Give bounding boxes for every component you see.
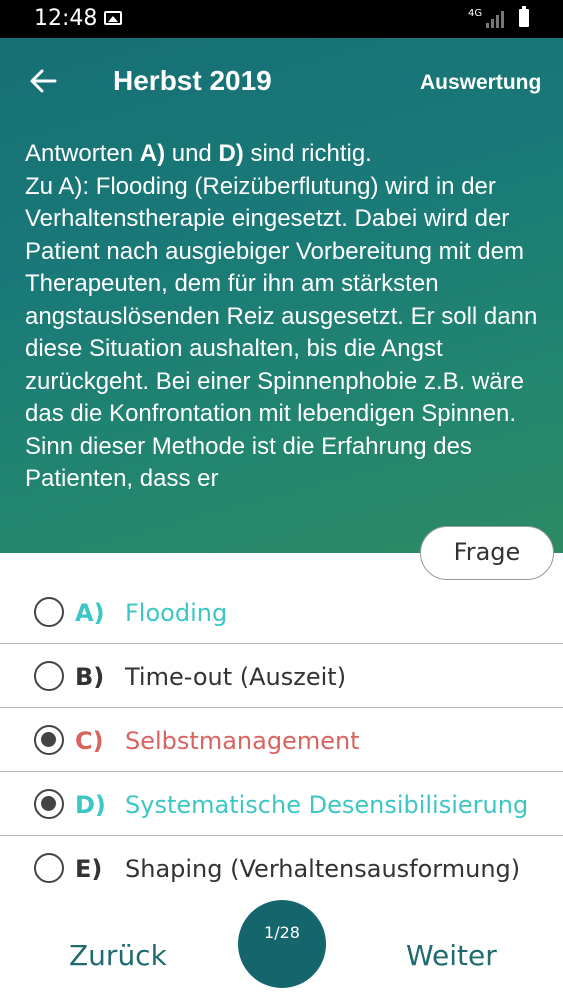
option-letter: E): [75, 855, 103, 883]
radio-unchecked-icon[interactable]: [34, 661, 64, 691]
back-button[interactable]: Zurück: [69, 939, 167, 972]
radio-unchecked-icon[interactable]: [34, 597, 64, 627]
explanation-text: Antworten A) und D) sind richtig. Zu A):…: [25, 138, 545, 516]
answer-option[interactable]: A) Flooding: [0, 580, 563, 644]
status-time: 12:48: [34, 6, 98, 31]
explanation-panel: Herbst 2019 Auswertung Antworten A) und …: [0, 38, 563, 553]
explanation-body: Zu A): Flooding (Reizüberflutung) wird i…: [25, 172, 538, 493]
radio-unchecked-icon[interactable]: [34, 853, 64, 883]
option-text: Selbstmanagement: [125, 727, 360, 755]
option-letter: C): [75, 727, 104, 755]
radio-checked-icon[interactable]: [34, 725, 64, 755]
image-notification-icon: [104, 11, 122, 25]
answer-option[interactable]: E) Shaping (Verhaltensausformung): [0, 836, 563, 900]
option-letter: B): [75, 663, 105, 691]
option-text: Flooding: [125, 599, 228, 627]
signal-icon: [486, 10, 508, 28]
back-arrow-icon[interactable]: [28, 66, 58, 96]
answer-option[interactable]: C) Selbstmanagement: [0, 708, 563, 772]
option-letter: A): [75, 599, 105, 627]
radio-checked-icon[interactable]: [34, 789, 64, 819]
question-button[interactable]: Frage: [420, 526, 554, 580]
evaluation-button[interactable]: Auswertung: [420, 71, 541, 95]
answer-option[interactable]: D) Systematische Desensibilisierung: [0, 772, 563, 836]
battery-icon: [519, 6, 529, 27]
network-type-label: 4G: [468, 8, 483, 19]
status-bar: 12:48 4G: [0, 0, 563, 38]
option-text: Shaping (Verhaltensausformung): [125, 855, 521, 883]
option-text: Systematische Desensibilisierung: [125, 791, 529, 819]
explanation-lead: Antworten A) und D) sind richtig.: [25, 140, 372, 167]
answer-option[interactable]: B) Time-out (Auszeit): [0, 644, 563, 708]
answer-options: A) Flooding B) Time-out (Auszeit) C) Selbstma…: [0, 580, 563, 900]
page-title: Herbst 2019: [113, 65, 272, 96]
option-text: Time-out (Auszeit): [125, 663, 347, 691]
next-button[interactable]: Weiter: [406, 939, 497, 972]
question-counter: 1/28: [238, 900, 326, 988]
option-letter: D): [75, 791, 106, 819]
